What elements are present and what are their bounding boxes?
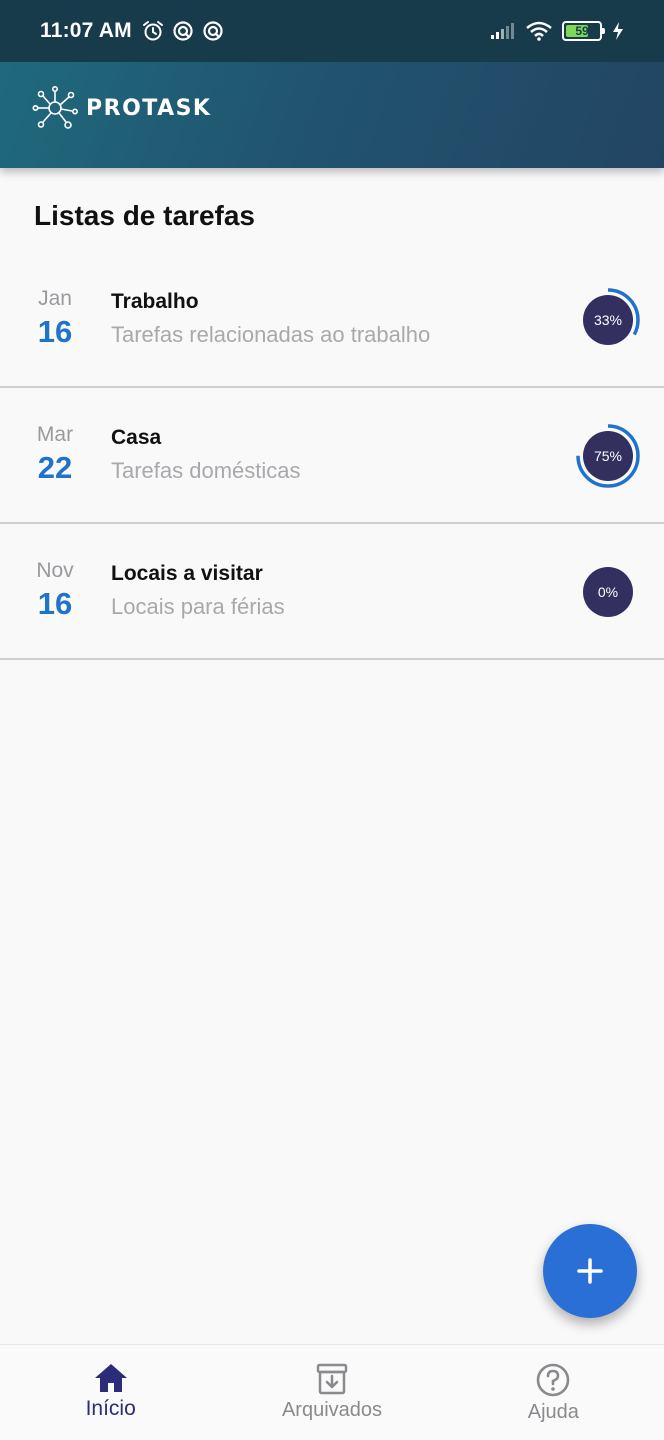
progress-indicator: 75% [576,424,640,488]
screen: PROTASK 11:07 AM 59 Listas de tarefas Ja… [0,0,664,1440]
bottom-navigation: Início Arquivados Ajuda [0,1344,664,1440]
sync-icon [203,21,223,41]
progress-indicator: 33% [576,288,640,352]
signal-icon [491,23,514,39]
app-title: PROTASK [86,95,212,121]
progress-label: 33% [593,312,623,328]
home-icon [94,1364,127,1392]
nav-label: Início [85,1397,136,1420]
alarm-icon [142,21,163,41]
date-column: Nov 16 [0,558,110,622]
wifi-icon [526,21,552,41]
help-icon [537,1363,570,1397]
task-list-title: Casa [111,426,162,449]
add-list-button[interactable] [543,1224,637,1318]
nav-label: Arquivados [281,1399,383,1421]
date-month: Mar [36,423,74,446]
task-list-description: Locais para férias [111,594,285,619]
task-list-item[interactable]: Jan 16 Trabalho Tarefas relacionadas ao … [0,252,664,388]
battery-level: 59 [575,24,589,38]
progress-label: 0% [597,584,619,600]
date-day: 16 [37,586,73,621]
status-bar: 11:07 AM 59 [0,0,664,62]
charging-icon [613,22,623,40]
date-day: 22 [37,450,73,485]
task-list-title: Trabalho [111,290,199,313]
nav-item-arquivados[interactable]: Arquivados [221,1345,442,1440]
date-column: Jan 16 [0,286,110,350]
nav-label: Ajuda [527,1401,579,1423]
plus-icon [577,1258,603,1284]
date-month: Jan [38,287,72,310]
page-title: Listas de tarefas [34,200,255,231]
date-month: Nov [36,559,74,582]
app-bar: PROTASK [0,48,664,168]
task-list-description: Tarefas domésticas [111,458,301,483]
task-list: Jan 16 Trabalho Tarefas relacionadas ao … [0,252,664,660]
nav-item-ajuda[interactable]: Ajuda [443,1345,664,1440]
status-icons-right: 59 [490,21,624,41]
status-icons-left [142,20,224,42]
status-time: 11:07 AM [40,19,132,42]
archive-icon [316,1363,348,1395]
task-list-item[interactable]: Nov 16 Locais a visitar Locais para féri… [0,524,664,660]
task-list-item[interactable]: Mar 22 Casa Tarefas domésticas 75% [0,388,664,524]
network-logo-icon [32,85,78,129]
sync-icon [173,21,193,41]
task-list-title: Locais a visitar [111,562,263,585]
progress-label: 75% [593,448,623,464]
battery-icon: 59 [562,21,605,41]
progress-indicator: 0% [576,560,640,624]
date-day: 16 [37,314,73,349]
nav-item-inicio[interactable]: Início [0,1345,221,1440]
date-column: Mar 22 [0,422,110,486]
task-list-description: Tarefas relacionadas ao trabalho [111,322,431,347]
